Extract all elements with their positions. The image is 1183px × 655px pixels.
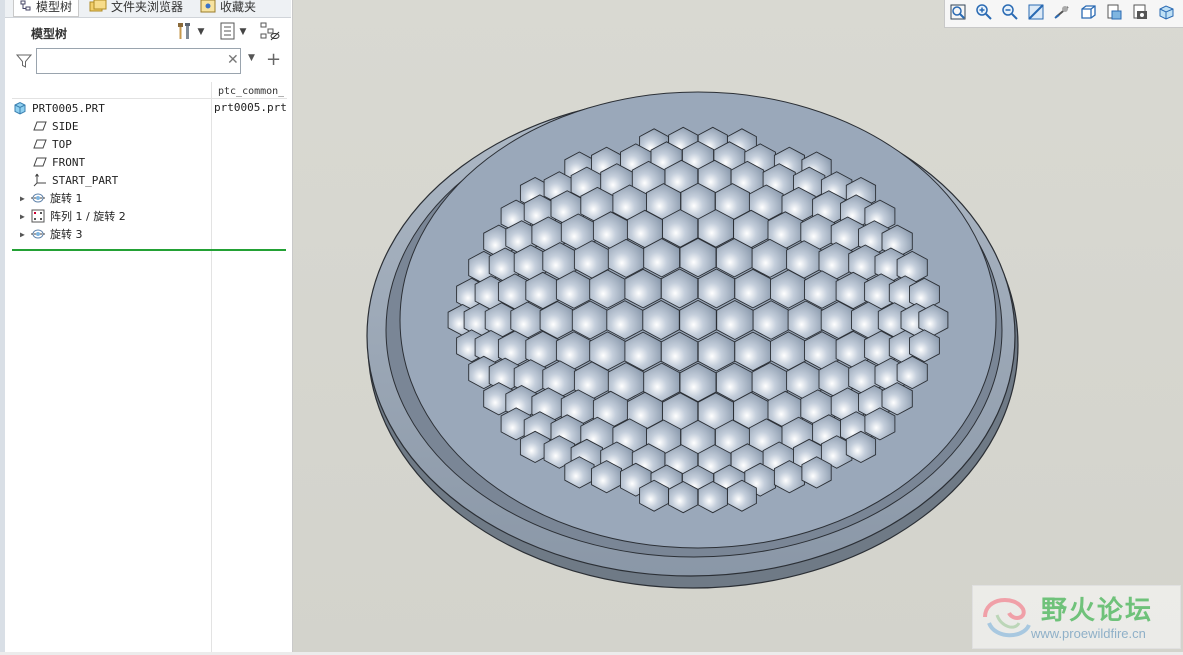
- part-icon: [12, 101, 28, 115]
- show-hidden-icon: [259, 21, 281, 44]
- tab-model-tree[interactable]: 模型树: [13, 0, 80, 17]
- watermark-logo: 野火论坛 www.proewildfire.cn: [972, 585, 1181, 649]
- display-style-icon: [1105, 3, 1123, 24]
- revolve-icon: [30, 227, 46, 241]
- tree-item-top[interactable]: TOP: [32, 135, 232, 153]
- tree-item-revolve-1[interactable]: ▶ 旋转 1: [20, 189, 220, 207]
- tree-root-label: PRT0005.PRT: [32, 101, 105, 115]
- display-style-button[interactable]: [1101, 2, 1127, 26]
- tree-item-revolve-3[interactable]: ▶ 旋转 3: [20, 225, 220, 243]
- saved-views-icon: [1079, 3, 1097, 24]
- model-tree-icon: [20, 0, 32, 12]
- view-toolbar: [944, 0, 1183, 28]
- repaint-icon: [1027, 3, 1045, 24]
- revolve-icon: [30, 191, 46, 205]
- tree-item-label: SIDE: [52, 119, 79, 133]
- tree-item-front[interactable]: FRONT: [32, 153, 232, 171]
- panel-edge-strip: [0, 0, 5, 652]
- orientation-button[interactable]: [1049, 2, 1075, 26]
- expand-arrow-icon[interactable]: ▶: [20, 230, 30, 239]
- dome-model[interactable]: [293, 0, 1183, 652]
- navigator-tab-bar: 模型树 文件夹浏览器 收藏夹: [5, 0, 291, 18]
- tab-folder-browser[interactable]: 文件夹浏览器: [89, 0, 183, 16]
- watermark-swirl-icon: [983, 597, 1031, 638]
- model-tree-toolbar: 模型树 ▼ ▼: [5, 22, 291, 44]
- tab-model-tree-label: 模型树: [36, 0, 73, 14]
- pattern-icon: [30, 209, 46, 223]
- tree-root-row[interactable]: PRT0005.PRT: [12, 99, 212, 117]
- tree-item-label: TOP: [52, 137, 72, 151]
- repaint-button[interactable]: [1023, 2, 1049, 26]
- chevron-down-icon: ▼: [239, 27, 247, 37]
- model-tree-panel: 模型树 文件夹浏览器 收藏夹 模型树 ▼ ▼ ✕ ▼ + ptc_common_…: [0, 0, 293, 652]
- tree-item-side[interactable]: SIDE: [32, 117, 232, 135]
- tree-item-label: 旋转 3: [50, 228, 83, 241]
- datum-plane-icon: [32, 155, 48, 169]
- show-dropdown-button[interactable]: ▼: [213, 22, 253, 42]
- tree-item-label: START_PART: [52, 173, 119, 187]
- tree-item-start-part[interactable]: START_PART: [32, 171, 232, 189]
- chevron-down-icon: ▼: [197, 27, 205, 37]
- watermark-title: 野火论坛: [1041, 596, 1154, 626]
- orientation-icon: [1053, 3, 1071, 24]
- column-header-common-name[interactable]: ptc_common_name: [218, 86, 284, 97]
- close-icon[interactable]: ✕: [227, 52, 239, 68]
- insert-here-indicator[interactable]: [12, 249, 286, 251]
- refit-icon: [949, 3, 967, 24]
- tree-item-pattern-1[interactable]: ▶ 阵列 1 / 旋转 2: [20, 207, 220, 225]
- zoom-in-button[interactable]: [971, 2, 997, 26]
- perspective-button[interactable]: [1153, 2, 1179, 26]
- add-column-button[interactable]: +: [266, 49, 281, 70]
- settings-dropdown-button[interactable]: ▼: [171, 22, 209, 42]
- chevron-down-icon[interactable]: ▼: [248, 53, 255, 63]
- tree-filter-toggle-button[interactable]: [257, 22, 283, 42]
- tree-item-label: 阵列 1 / 旋转 2: [50, 210, 126, 223]
- search-row: ✕ ▼ +: [5, 48, 291, 76]
- coordinate-system-icon: [32, 173, 48, 187]
- list-view-icon: [220, 22, 236, 43]
- tab-favorites-label: 收藏夹: [220, 0, 257, 14]
- hexagon-cells: [447, 126, 949, 514]
- tree-item-label: 旋转 1: [50, 192, 83, 205]
- tab-favorites[interactable]: 收藏夹: [200, 0, 256, 16]
- datum-plane-icon: [32, 137, 48, 151]
- refit-button[interactable]: [945, 2, 971, 26]
- zoom-in-icon: [975, 3, 993, 24]
- datum-plane-icon: [32, 119, 48, 133]
- watermark-url: www.proewildfire.cn: [1031, 626, 1146, 641]
- saved-views-button[interactable]: [1075, 2, 1101, 26]
- folder-browser-icon: [89, 0, 107, 13]
- expand-arrow-icon[interactable]: ▶: [20, 194, 30, 203]
- favorites-icon: [200, 0, 216, 13]
- panel-title: 模型树: [31, 27, 68, 41]
- tree-root-column-value: prt0005.prt: [214, 101, 287, 114]
- expand-arrow-icon[interactable]: ▶: [20, 212, 30, 221]
- tree-item-label: FRONT: [52, 155, 86, 169]
- view-manager-button[interactable]: [1127, 2, 1153, 26]
- zoom-out-icon: [1001, 3, 1019, 24]
- perspective-icon: [1157, 3, 1175, 24]
- tab-folder-browser-label: 文件夹浏览器: [111, 0, 184, 14]
- filter-icon[interactable]: [15, 52, 33, 70]
- search-input[interactable]: [36, 48, 241, 74]
- graphics-viewport[interactable]: [293, 0, 1183, 652]
- zoom-out-button[interactable]: [997, 2, 1023, 26]
- tools-icon: [176, 21, 194, 44]
- view-manager-icon: [1131, 3, 1149, 24]
